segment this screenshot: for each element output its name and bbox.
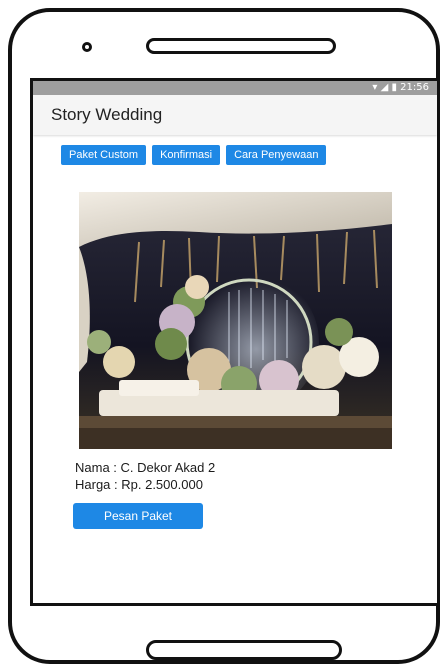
tab-konfirmasi[interactable]: Konfirmasi [152, 145, 221, 165]
signal-icon: ◢ [380, 82, 389, 93]
package-photo [79, 192, 392, 449]
app-bar: Story Wedding [33, 95, 437, 135]
nav-tabs: Paket Custom Konfirmasi Cara Penyewaan [61, 145, 437, 165]
status-icons: ▾ ◢ ▮ 21:56 [372, 82, 429, 94]
home-button[interactable] [146, 640, 342, 660]
wedding-decor-image [79, 192, 392, 449]
battery-icon: ▮ [391, 82, 397, 93]
wifi-icon: ▾ [372, 82, 378, 93]
package-price: Harga : Rp. 2.500.000 [75, 477, 203, 492]
status-time: 21:56 [400, 82, 429, 93]
app-title: Story Wedding [51, 105, 163, 124]
package-info: Nama : C. Dekor Akad 2 Harga : Rp. 2.500… [75, 459, 215, 493]
status-bar: ▾ ◢ ▮ 21:56 [33, 81, 437, 95]
earpiece-speaker [146, 38, 336, 54]
phone-screen: ▾ ◢ ▮ 21:56 Story Wedding Paket Custom K… [30, 78, 440, 606]
tab-cara-penyewaan[interactable]: Cara Penyewaan [226, 145, 327, 165]
front-camera [82, 42, 92, 52]
order-package-button[interactable]: Pesan Paket [73, 503, 203, 529]
tab-paket-custom[interactable]: Paket Custom [61, 145, 147, 165]
package-name: Nama : C. Dekor Akad 2 [75, 460, 216, 475]
